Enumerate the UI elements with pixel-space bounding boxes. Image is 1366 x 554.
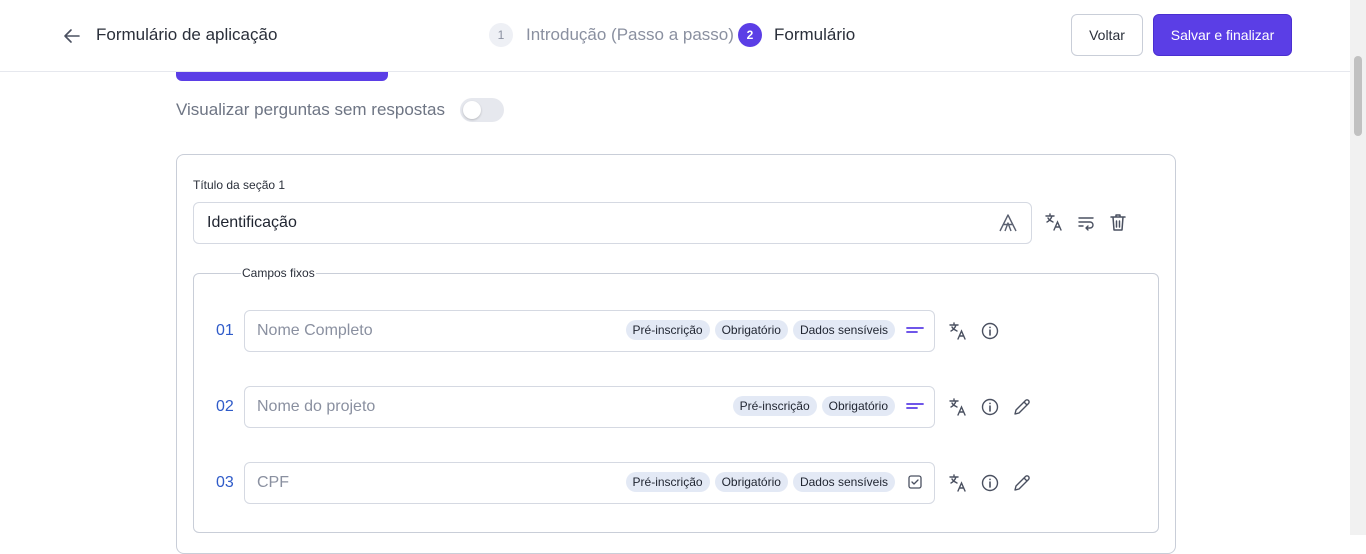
font-style-icon[interactable]	[997, 212, 1019, 234]
field-number: 02	[216, 398, 234, 415]
unanswered-toggle-row: Visualizar perguntas sem respostas	[176, 98, 504, 122]
section-actions	[1043, 211, 1129, 233]
step-label: Introdução (Passo a passo)	[526, 25, 734, 44]
tag-required: Obrigatório	[714, 320, 788, 340]
field-placeholder: Nome Completo	[257, 322, 373, 339]
info-icon[interactable]	[979, 320, 1001, 342]
field-number: 01	[216, 322, 234, 339]
toggle-knob	[463, 101, 481, 119]
field-row: 02 Nome do projeto Pré-inscrição Obrigat…	[216, 386, 1033, 428]
page-title: Formulário de aplicação	[96, 25, 278, 44]
edit-pencil-icon[interactable]	[1011, 472, 1033, 494]
translate-icon[interactable]	[1043, 211, 1065, 233]
field-input[interactable]: CPF Pré-inscrição Obrigatório Dados sens…	[244, 462, 935, 504]
field-tags: Pré-inscrição Obrigatório Dados sensívei…	[625, 472, 924, 492]
translate-icon[interactable]	[947, 396, 969, 418]
top-bar: Formulário de aplicação 1 Introdução (Pa…	[0, 0, 1350, 72]
translate-icon[interactable]	[947, 320, 969, 342]
field-input[interactable]: Nome Completo Pré-inscrição Obrigatório …	[244, 310, 935, 352]
step-label: Formulário	[774, 25, 856, 44]
checkbox-icon	[906, 473, 924, 491]
short-text-icon	[906, 397, 924, 415]
scrollbar[interactable]	[1350, 0, 1366, 535]
section-title-label: Título da seção 1	[193, 178, 286, 192]
edit-pencil-icon[interactable]	[1011, 396, 1033, 418]
section-card: Título da seção 1 Identificação Campos f…	[176, 154, 1176, 554]
field-placeholder: CPF	[257, 474, 289, 491]
arrow-left-icon[interactable]	[60, 24, 84, 48]
tag-pre-registration: Pré-inscrição	[625, 320, 710, 340]
info-icon[interactable]	[979, 396, 1001, 418]
short-text-icon	[906, 321, 924, 339]
tag-sensitive-data: Dados sensíveis	[792, 320, 895, 340]
tag-required: Obrigatório	[714, 472, 788, 492]
trash-icon[interactable]	[1107, 211, 1129, 233]
field-tags: Pré-inscrição Obrigatório	[732, 396, 924, 416]
step-form[interactable]: 2 Formulário	[738, 22, 855, 48]
show-unanswered-toggle[interactable]	[460, 98, 504, 122]
field-tags: Pré-inscrição Obrigatório Dados sensívei…	[625, 320, 924, 340]
tag-pre-registration: Pré-inscrição	[732, 396, 817, 416]
step-number: 2	[738, 23, 762, 47]
field-placeholder: Nome do projeto	[257, 398, 376, 415]
tag-required: Obrigatório	[821, 396, 895, 416]
field-input[interactable]: Nome do projeto Pré-inscrição Obrigatóri…	[244, 386, 935, 428]
field-actions	[947, 396, 1033, 418]
translate-icon[interactable]	[947, 472, 969, 494]
fixed-fields-group: Campos fixos 01 Nome Completo Pré-inscri…	[193, 266, 1159, 533]
field-number: 03	[216, 474, 234, 491]
toggle-label: Visualizar perguntas sem respostas	[176, 100, 445, 119]
save-and-finish-button[interactable]: Salvar e finalizar	[1153, 14, 1292, 56]
step-number: 1	[489, 23, 513, 47]
step-introduction[interactable]: 1 Introdução (Passo a passo)	[489, 22, 734, 48]
field-actions	[947, 320, 1001, 342]
back-button[interactable]: Voltar	[1071, 14, 1143, 56]
field-actions	[947, 472, 1033, 494]
tag-sensitive-data: Dados sensíveis	[792, 472, 895, 492]
field-row: 01 Nome Completo Pré-inscrição Obrigatór…	[216, 310, 1001, 352]
tag-pre-registration: Pré-inscrição	[625, 472, 710, 492]
section-title-value: Identificação	[207, 214, 297, 231]
info-icon[interactable]	[979, 472, 1001, 494]
wrap-text-icon[interactable]	[1075, 211, 1097, 233]
section-title-input[interactable]: Identificação	[193, 202, 1032, 244]
fixed-fields-legend: Campos fixos	[241, 266, 316, 280]
primary-button-partial[interactable]	[176, 72, 388, 81]
scrollbar-thumb[interactable]	[1354, 56, 1362, 136]
field-row: 03 CPF Pré-inscrição Obrigatório Dados s…	[216, 462, 1033, 504]
